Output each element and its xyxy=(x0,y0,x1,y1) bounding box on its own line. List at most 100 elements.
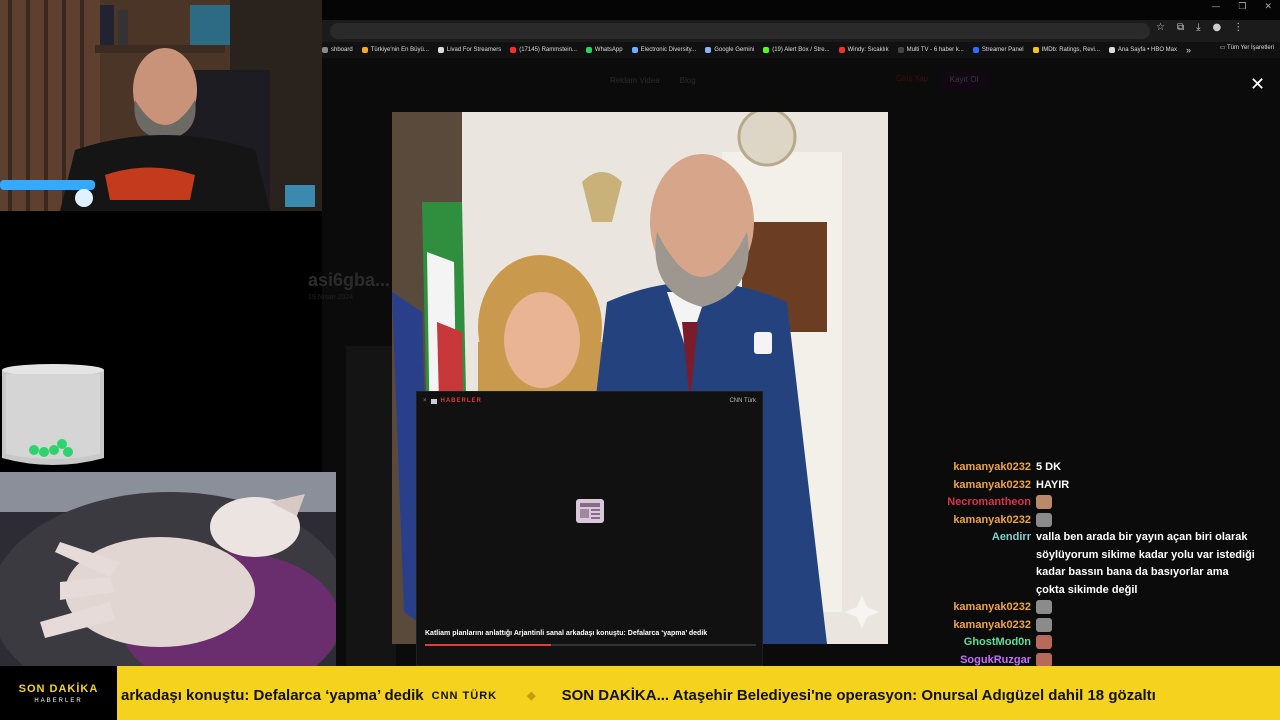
close-icon[interactable]: × xyxy=(423,398,427,404)
chat-message-text: valla ben arada bir yayın açan biri olar… xyxy=(1036,531,1255,596)
news-widget[interactable]: × HABERLER CNN Türk Katliam planlarını a… xyxy=(416,391,763,666)
download-icon[interactable]: ⤓ xyxy=(1196,22,1200,33)
webcam-illustration xyxy=(0,0,322,211)
bookmark-favicon-icon xyxy=(897,47,904,53)
nav-link[interactable]: Reklam Videa xyxy=(610,76,660,85)
bookmark-label: IMDb: Ratings, Revi... xyxy=(1041,47,1100,53)
login-button[interactable]: Giriş Yap xyxy=(896,74,928,83)
chat-message: kamanyak0232 HAYIR xyxy=(930,477,1260,495)
bookmark-item[interactable]: Streamer Panel xyxy=(972,47,1024,53)
chat-message: kamanyak0232 xyxy=(930,512,1260,530)
bookmark-item[interactable]: Windy: Sıcaklık xyxy=(838,47,889,53)
breaking-news-title: SON DAKİKA xyxy=(18,683,99,695)
menu-icon[interactable]: ⋮ xyxy=(1233,22,1243,33)
bookmark-item[interactable]: Electronic Diversity... xyxy=(631,47,697,53)
chat-message: Aendirr valla ben arada bir yayın açan bi… xyxy=(930,529,1260,599)
bookmark-favicon-icon xyxy=(763,47,770,53)
bookmark-item[interactable]: (17145) Rammstein... xyxy=(510,47,577,53)
minimize-button[interactable]: — xyxy=(1211,2,1220,12)
chat-username[interactable]: GhostMod0n xyxy=(930,634,1036,652)
chat-username[interactable]: kamanyak0232 xyxy=(930,459,1036,477)
chat-emote-icon xyxy=(1036,617,1052,632)
bookmark-item[interactable]: Livad For Streamers xyxy=(437,47,501,53)
all-bookmarks-button[interactable]: ▭ Tüm Yer İşaretleri xyxy=(1220,44,1274,51)
chat-text xyxy=(1036,494,1258,512)
bookmark-item[interactable]: (19) Alert Box / Stre... xyxy=(763,47,830,53)
maximize-button[interactable]: ❐ xyxy=(1238,2,1246,12)
bookmark-favicon-icon xyxy=(972,47,979,53)
chat-message-text: HAYIR xyxy=(1036,478,1070,491)
bookmark-label: Electronic Diversity... xyxy=(640,47,697,53)
post-title: asi6gba... xyxy=(308,270,391,290)
bookmark-favicon-icon xyxy=(322,47,328,53)
chat-text xyxy=(1036,512,1258,530)
ticker-separator: ◆ xyxy=(527,690,536,702)
all-bookmarks-label: Tüm Yer İşaretleri xyxy=(1226,45,1274,51)
chat-username[interactable]: kamanyak0232 xyxy=(930,512,1036,530)
bookmark-label: Streamer Panel xyxy=(981,47,1024,53)
address-bar[interactable] xyxy=(330,23,1150,39)
bookmark-favicon-icon xyxy=(1108,47,1115,53)
chat-username[interactable]: Aendirr xyxy=(930,529,1036,599)
newspaper-icon xyxy=(575,498,605,529)
ticker-item: arkadaşı konuştu: Defalarca ‘yapma’ dedi… xyxy=(121,687,424,704)
close-window-button[interactable]: ✕ xyxy=(1264,2,1272,12)
chat-text xyxy=(1036,617,1258,635)
bookmark-favicon-icon xyxy=(705,47,712,53)
bookmark-item[interactable]: Türkiye'nin En Büyü... xyxy=(361,47,429,53)
chat-username[interactable]: kamanyak0232 xyxy=(930,617,1036,635)
chat-emote-icon xyxy=(1036,495,1052,510)
breaking-news-label-box: SON DAKİKA HABERLER xyxy=(0,666,117,720)
post-date: 19 Nisan 2024 xyxy=(308,294,354,301)
toolbar-icons: ☆ ⧉ ⤓ ● ⋮ xyxy=(1156,22,1243,33)
breaking-news-subtitle: HABERLER xyxy=(34,698,83,704)
chat-text: valla ben arada bir yayın açan biri olar… xyxy=(1036,529,1258,599)
bookmark-label: Windy: Sıcaklık xyxy=(847,47,889,53)
nav-link[interactable]: Blog xyxy=(680,76,696,85)
bookmark-label: (17145) Rammstein... xyxy=(519,47,577,53)
ticker-source: CNN TÜRK xyxy=(431,689,498,702)
cup-widget xyxy=(0,362,106,468)
extensions-icon[interactable]: ⧉ xyxy=(1177,22,1184,33)
bookmark-item[interactable]: Multi TV - 6 haber k... xyxy=(897,47,964,53)
site-nav: Reklam Videa Blog xyxy=(610,76,696,85)
chat-text: 5 DK xyxy=(1036,459,1258,477)
news-progress-bar xyxy=(425,644,756,646)
chat-text xyxy=(1036,634,1258,652)
bookmark-label: WhatsApp xyxy=(594,47,623,53)
profile-icon[interactable]: ● xyxy=(1213,22,1222,33)
chat-message: kamanyak0232 xyxy=(930,617,1260,635)
newspaper-small-icon xyxy=(430,398,437,404)
bookmark-favicon-icon xyxy=(585,47,592,53)
bookmark-item[interactable]: Ana Sayfa • HBO Max xyxy=(1108,47,1178,53)
chat-username[interactable]: Necromantheon xyxy=(930,494,1036,512)
bookmark-label: (19) Alert Box / Stre... xyxy=(772,47,830,53)
close-lightbox-button[interactable]: ✕ xyxy=(1250,74,1265,95)
bookmark-item[interactable]: Google Gemini xyxy=(705,47,754,53)
news-headline[interactable]: Katliam planlarını anlattığı Arjantinli … xyxy=(425,630,707,637)
bookmark-label: Google Gemini xyxy=(714,47,755,53)
browser-tab-bar: — ❐ ✕ xyxy=(322,0,1280,20)
chat-text: HAYIR xyxy=(1036,477,1258,495)
chat-username[interactable]: kamanyak0232 xyxy=(930,477,1036,495)
chat-emote-icon xyxy=(1036,652,1052,667)
dim-image-strip xyxy=(346,346,396,666)
news-source: CNN Türk xyxy=(729,398,756,404)
chat-message: kamanyak0232 xyxy=(930,599,1260,617)
bookmark-item[interactable]: IMDb: Ratings, Revi... xyxy=(1032,47,1100,53)
bookmark-favicon-icon xyxy=(1032,47,1039,53)
bookmark-label: Ana Sayfa • HBO Max xyxy=(1117,47,1178,53)
bookmark-favicon-icon xyxy=(510,47,517,53)
news-progress-fill xyxy=(425,644,551,646)
signup-button[interactable]: Kayıt Ol xyxy=(940,71,988,89)
chat-message: GhostMod0n xyxy=(930,634,1260,652)
ticker-item: SON DAKİKA... Ataşehir Belediyesi'ne ope… xyxy=(561,687,1156,704)
ticker-text: arkadaşı konuştu: Defalarca ‘yapma’ dedi… xyxy=(121,687,1156,704)
bookmark-item[interactable]: shboard xyxy=(322,47,353,53)
star-icon[interactable]: ☆ xyxy=(1156,22,1165,33)
bookmark-item[interactable]: WhatsApp xyxy=(585,47,623,53)
chat-emote-icon xyxy=(1036,600,1052,615)
more-bookmarks-button[interactable]: » xyxy=(1186,45,1191,55)
chat-username[interactable]: kamanyak0232 xyxy=(930,599,1036,617)
chat-message: kamanyak0232 5 DK xyxy=(930,459,1260,477)
